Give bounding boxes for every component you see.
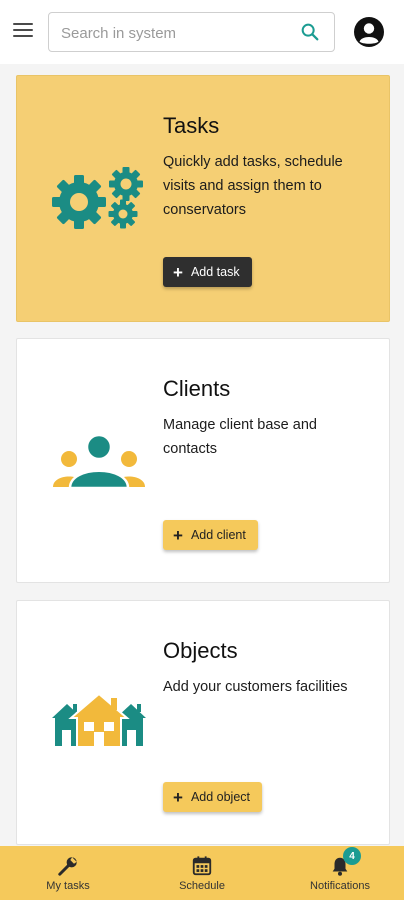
add-object-button[interactable]: + Add object	[163, 782, 263, 812]
objects-title: Objects	[163, 638, 238, 663]
tasks-title: Tasks	[163, 113, 220, 138]
tasks-description: Quickly add tasks, schedule visits and a…	[163, 154, 343, 218]
nav-my-tasks-label: My tasks	[46, 880, 90, 892]
plus-icon: +	[173, 262, 183, 282]
hamburger-menu-icon[interactable]	[13, 23, 33, 41]
gears-illustration	[52, 167, 143, 229]
nav-my-tasks[interactable]: My tasks	[30, 846, 106, 900]
nav-schedule[interactable]: Schedule	[164, 846, 240, 900]
search-icon[interactable]	[299, 21, 321, 43]
people-group-illustration	[53, 433, 145, 489]
plus-icon: +	[173, 787, 183, 807]
search-field[interactable]	[48, 12, 335, 52]
nav-notifications[interactable]: Notifications 4	[298, 846, 382, 900]
add-client-label: Add client	[190, 528, 246, 542]
clients-card: Clients Manage client base and contacts …	[16, 338, 390, 583]
calendar-icon	[192, 856, 212, 876]
add-task-button[interactable]: + Add task	[163, 257, 252, 287]
add-object-label: Add object	[190, 790, 251, 804]
wrench-icon	[58, 857, 77, 876]
objects-description: Add your customers facilities	[163, 679, 348, 695]
bottom-navigation: My tasks Schedule Notifications 4	[0, 846, 404, 900]
plus-icon: +	[173, 525, 183, 545]
nav-notifications-label: Notifications	[310, 880, 370, 892]
clients-title: Clients	[163, 376, 231, 401]
search-input[interactable]	[61, 22, 291, 44]
houses-illustration	[52, 692, 146, 748]
tasks-card: Tasks Quickly add tasks, schedule visits…	[16, 75, 390, 322]
account-circle-icon[interactable]	[353, 16, 385, 48]
objects-card: Objects Add your customers facilities + …	[16, 600, 390, 845]
nav-schedule-label: Schedule	[179, 880, 225, 892]
add-client-button[interactable]: + Add client	[163, 520, 258, 550]
clients-description: Manage client base and contacts	[163, 417, 317, 457]
top-app-bar	[0, 0, 404, 64]
notifications-count-badge: 4	[343, 847, 361, 865]
add-task-label: Add task	[190, 265, 240, 279]
